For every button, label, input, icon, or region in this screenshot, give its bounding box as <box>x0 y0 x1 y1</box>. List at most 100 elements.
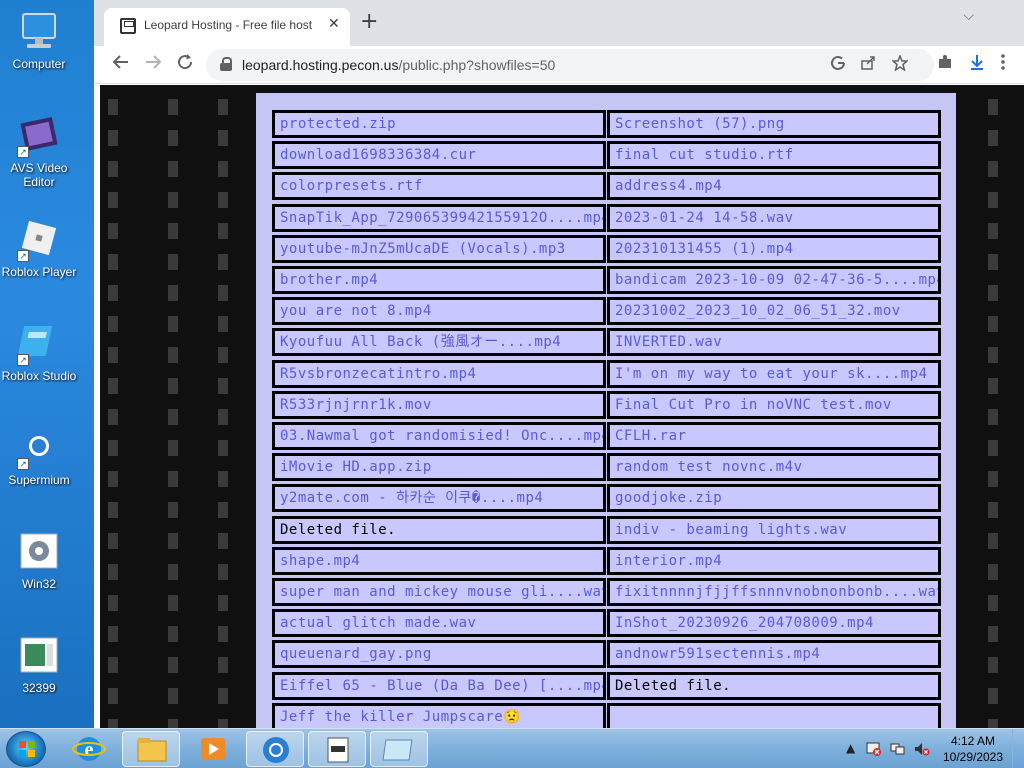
tab-leopard-hosting[interactable]: Leopard Hosting - Free file host ✕ <box>104 8 350 46</box>
show-hidden-icons-button[interactable]: ▲ <box>846 741 855 755</box>
file-link[interactable]: 202310131455 (1).mp4 <box>607 234 941 263</box>
url-host: leopard.hosting.pecon.us <box>242 57 399 73</box>
file-link[interactable]: random test novnc.m4v <box>607 453 941 482</box>
supermium-icon <box>263 737 289 763</box>
internet-explorer-icon: e <box>72 737 106 761</box>
file-link[interactable]: 03.Nawmal got randomisied! Onc....mp4 <box>272 422 606 450</box>
file-link[interactable]: Eiffel 65 - Blue (Da Ba Dee) [....mp4 <box>272 671 606 700</box>
file-link[interactable]: y2mate.com - 하카순 이쿠�....mp4 <box>272 484 606 513</box>
show-desktop-button[interactable] <box>1012 729 1024 768</box>
new-tab-button[interactable]: + <box>360 11 378 33</box>
taskbar-window[interactable] <box>370 731 428 767</box>
more-menu-button[interactable] <box>1000 53 1006 77</box>
window-app-icon <box>382 739 413 761</box>
file-link[interactable]: colorpresets.rtf <box>272 172 606 201</box>
file-link[interactable]: Kyoufuu All Back (強風オー....mp4 <box>272 328 606 357</box>
file-link[interactable]: I'm on my way to eat your sk....mp4 <box>607 359 941 388</box>
tab-title: Leopard Hosting - Free file host <box>144 18 313 32</box>
film-icon: ↗ <box>17 114 61 158</box>
background-pattern-column <box>980 85 1016 728</box>
file-link[interactable]: brother.mp4 <box>272 266 606 294</box>
file-link[interactable]: Jeff the killer Jumpscare😟 <box>272 702 606 728</box>
file-link[interactable]: R533rjnjrnr1k.mov <box>272 390 606 419</box>
forward-button[interactable] <box>144 53 162 77</box>
desktop-icon-roblox-studio[interactable]: ↗ Roblox Studio <box>0 322 78 383</box>
file-link[interactable]: iMovie HD.app.zip <box>272 453 606 482</box>
file-link[interactable]: Final Cut Pro in noVNC test.mov <box>607 390 941 419</box>
file-link[interactable]: R5vsbronzecatintro.mp4 <box>272 359 606 388</box>
clock-time: 4:12 AM <box>950 734 996 748</box>
start-button[interactable] <box>6 731 46 767</box>
windows-logo-icon <box>19 741 35 757</box>
browser-toolbar: leopard.hosting.pecon.us/public.php?show… <box>94 46 1024 84</box>
desktop-icon-roblox-player[interactable]: ↗ Roblox Player <box>0 218 78 279</box>
address-bar[interactable]: leopard.hosting.pecon.us/public.php?show… <box>206 49 934 81</box>
file-link[interactable]: Screenshot (57).png <box>607 110 941 138</box>
desktop-icon-32399[interactable]: 32399 <box>0 634 78 695</box>
file-link[interactable]: fixitnnnnjfjjffsnnnvnobnonbonb....wav <box>607 578 941 606</box>
file-link[interactable]: youtube-mJnZ5mUcaDE (Vocals).mp3 <box>272 234 606 263</box>
background-pattern-column <box>100 85 136 728</box>
desktop-icon-win32[interactable]: Win32 <box>0 530 78 591</box>
lock-icon[interactable] <box>220 57 232 71</box>
desktop-icon-computer[interactable]: Computer <box>0 10 78 71</box>
file-link[interactable]: SnapTik_App_72906539942155912O....mp4 <box>272 203 606 232</box>
taskbar-internet-explorer[interactable]: e <box>60 731 118 767</box>
background-pattern-column <box>160 85 196 728</box>
file-link[interactable]: protected.zip <box>272 110 606 138</box>
file-link[interactable]: bandicam 2023-10-09 02-47-36-5....mp4 <box>607 266 941 294</box>
file-link[interactable]: CFLH.rar <box>607 422 941 450</box>
file-link[interactable]: actual glitch made.wav <box>272 609 606 638</box>
url-text[interactable]: leopard.hosting.pecon.us/public.php?show… <box>242 57 555 73</box>
desktop-icon-supermium[interactable]: ↗ Supermium <box>0 426 78 487</box>
taskbar-notepad[interactable] <box>308 731 366 767</box>
kebab-menu-icon <box>1001 54 1005 70</box>
file-link[interactable]: goodjoke.zip <box>607 484 941 513</box>
taskbar-supermium[interactable] <box>246 731 304 767</box>
taskbar-media-player[interactable] <box>184 731 242 767</box>
file-link[interactable]: you are not 8.mp4 <box>272 297 606 326</box>
desktop-icon-label: 32399 <box>22 681 56 695</box>
document-icon <box>17 634 61 678</box>
url-path: /public.php?showfiles=50 <box>398 57 556 73</box>
action-center-icon[interactable] <box>866 741 882 760</box>
shortcut-arrow-icon: ↗ <box>17 354 29 366</box>
clock-date: 10/29/2023 <box>942 750 1004 764</box>
share-icon[interactable] <box>860 55 876 75</box>
file-link[interactable]: final cut studio.rtf <box>607 141 941 170</box>
download-button[interactable] <box>968 53 986 77</box>
taskbar-clock[interactable]: 4:12 AM 10/29/2023 <box>938 733 1008 765</box>
deleted-file-entry: Deleted file. <box>272 515 606 544</box>
file-list-panel: protected.zip download1698336384.cur color… <box>256 93 956 728</box>
file-link[interactable]: download1698336384.cur <box>272 141 606 170</box>
file-link[interactable]: queuenard_gay.png <box>272 640 606 669</box>
tab-search-chevron-icon[interactable]: ⌵ <box>963 8 974 24</box>
file-link[interactable]: INVERTED.wav <box>607 328 941 357</box>
file-link[interactable]: 2023-01-24 14-58.wav <box>607 203 941 232</box>
back-button[interactable] <box>112 53 130 77</box>
star-icon[interactable] <box>891 53 909 75</box>
desktop-icon-avs-video-editor[interactable]: ↗ AVS Video Editor <box>0 114 78 189</box>
file-link[interactable]: InShot_20230926_204708009.mp4 <box>607 609 941 638</box>
file-link <box>607 702 941 728</box>
browser-window: Leopard Hosting - Free file host ✕ + ⌵ l… <box>94 0 1024 728</box>
file-link[interactable]: 20231002_2023_10_02_06_51_32.mov <box>607 297 941 326</box>
google-icon[interactable] <box>830 55 846 75</box>
shortcut-arrow-icon: ↗ <box>17 250 29 262</box>
tab-close-button[interactable]: ✕ <box>328 16 340 32</box>
taskbar-file-explorer[interactable] <box>122 731 180 767</box>
deleted-file-entry: Deleted file. <box>607 671 941 700</box>
reload-button[interactable] <box>176 53 194 77</box>
desktop-icon-label: Supermium <box>8 473 70 487</box>
extensions-button[interactable] <box>936 53 954 77</box>
file-link[interactable]: shape.mp4 <box>272 546 606 575</box>
file-link[interactable]: super man and mickey mouse gli....wav <box>272 578 606 606</box>
arrow-left-icon <box>112 55 128 69</box>
network-icon[interactable] <box>890 741 906 760</box>
desktop-icon-label: AVS Video Editor <box>10 161 68 189</box>
file-link[interactable]: interior.mp4 <box>607 546 941 575</box>
file-link[interactable]: address4.mp4 <box>607 172 941 201</box>
file-link[interactable]: andnowr591sectennis.mp4 <box>607 640 941 669</box>
volume-muted-icon[interactable] <box>914 741 930 760</box>
file-link[interactable]: indiv - beaming lights.wav <box>607 515 941 544</box>
